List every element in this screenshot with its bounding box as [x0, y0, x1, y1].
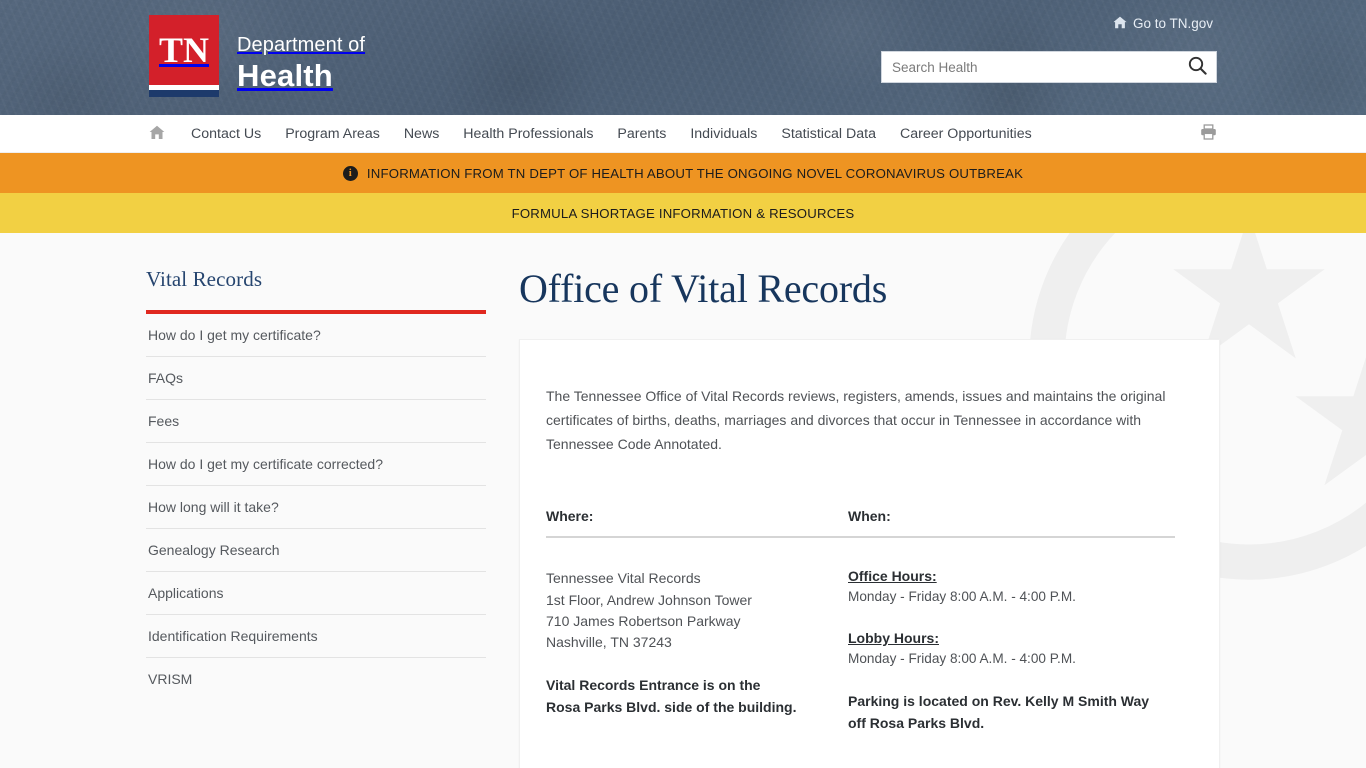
site-logo[interactable]: TN Department of Health	[149, 15, 365, 97]
alert-banner-formula-shortage-label: FORMULA SHORTAGE INFORMATION & RESOURCES	[511, 205, 855, 221]
nav-item-statistical-data[interactable]: Statistical Data	[769, 126, 888, 142]
tn-state-logo-mark: TN	[149, 15, 219, 97]
office-hours-value: Monday - Friday 8:00 A.M. - 4:00 P.M.	[848, 589, 1076, 605]
sidebar-item-how-do-i-get-my-certificate[interactable]: How do I get my certificate?	[146, 314, 486, 356]
alert-banner-formula-shortage[interactable]: FORMULA SHORTAGE INFORMATION & RESOURCES	[0, 193, 1366, 233]
where-column: Tennessee Vital Records 1st Floor, Andre…	[546, 568, 848, 734]
list-item: How long will it take?	[146, 486, 486, 529]
lobby-hours-block: Lobby Hours: Monday - Friday 8:00 A.M. -…	[848, 630, 1175, 669]
search-input[interactable]	[882, 52, 1178, 82]
tn-logo-square: TN	[149, 15, 219, 85]
search-icon	[1188, 56, 1207, 78]
entrance-note-line-2: Rosa Parks Blvd. side of the building.	[546, 698, 797, 715]
page-body: Vital Records How do I get my certificat…	[0, 233, 1366, 768]
list-item: Fees	[146, 400, 486, 443]
parking-note-line-2: off Rosa Parks Blvd.	[848, 714, 985, 731]
main-navigation: Contact Us Program Areas News Health Pro…	[0, 115, 1366, 153]
alert-banner-coronavirus-label: INFORMATION FROM TN DEPT OF HEALTH ABOUT…	[366, 165, 1024, 181]
list-item: Identification Requirements	[146, 615, 486, 658]
list-item: How do I get my certificate corrected?	[146, 443, 486, 486]
office-hours-block: Office Hours: Monday - Friday 8:00 A.M. …	[848, 568, 1175, 607]
nav-home-link[interactable]	[149, 125, 165, 144]
address-line-2: 1st Floor, Andrew Johnson Tower	[546, 591, 752, 608]
search-button[interactable]	[1178, 52, 1216, 82]
department-line-1: Department of	[237, 34, 366, 56]
list-item: How do I get my certificate?	[146, 314, 486, 357]
list-item: FAQs	[146, 357, 486, 400]
print-page-button[interactable]	[1200, 123, 1217, 145]
page-title: Office of Vital Records	[519, 266, 888, 311]
go-to-tngov-label: Go to TN.gov	[1132, 16, 1213, 31]
entrance-note: Vital Records Entrance is on the Rosa Pa…	[546, 675, 848, 718]
info-circle-icon: i	[342, 165, 358, 181]
department-line-2: Health	[237, 58, 333, 93]
when-heading: When:	[848, 508, 891, 525]
home-icon	[149, 125, 165, 144]
home-icon	[1113, 16, 1127, 31]
parking-note: Parking is located on Rev. Kelly M Smith…	[848, 691, 1175, 734]
sidebar-item-fees[interactable]: Fees	[146, 400, 486, 442]
sidebar-item-faqs[interactable]: FAQs	[146, 357, 486, 399]
go-to-tngov-link[interactable]: Go to TN.gov	[1113, 16, 1213, 31]
content-card: The Tennessee Office of Vital Records re…	[519, 339, 1220, 768]
department-wordmark: Department of Health	[237, 15, 365, 91]
intro-paragraph: The Tennessee Office of Vital Records re…	[546, 388, 1166, 453]
main-content: Office of Vital Records The Tennessee Of…	[491, 267, 1366, 768]
nav-item-program-areas[interactable]: Program Areas	[273, 126, 392, 142]
office-hours-label: Office Hours:	[848, 568, 937, 585]
where-heading: Where:	[546, 508, 594, 525]
where-when-body: Tennessee Vital Records 1st Floor, Andre…	[546, 538, 1175, 734]
site-search[interactable]	[881, 51, 1217, 83]
entrance-note-line-1: Vital Records Entrance is on the	[546, 677, 761, 694]
sidebar-item-how-long-will-it-take[interactable]: How long will it take?	[146, 486, 486, 528]
site-header: TN Department of Health Go to TN.gov	[0, 0, 1366, 115]
list-item: Applications	[146, 572, 486, 615]
parking-note-line-1: Parking is located on Rev. Kelly M Smith…	[848, 693, 1150, 710]
nav-item-news[interactable]: News	[392, 126, 451, 142]
where-when-headers: Where: When:	[546, 508, 1175, 539]
address-line-3: 710 James Robertson Parkway	[546, 612, 741, 629]
nav-item-contact-us[interactable]: Contact Us	[179, 126, 273, 142]
nav-item-career-opportunities[interactable]: Career Opportunities	[888, 126, 1044, 142]
tn-logo-text: TN	[158, 30, 209, 70]
sidebar-item-identification-requirements[interactable]: Identification Requirements	[146, 615, 486, 657]
address-line-4: Nashville, TN 37243	[546, 634, 672, 651]
list-item: Genealogy Research	[146, 529, 486, 572]
sidebar: Vital Records How do I get my certificat…	[146, 267, 491, 768]
list-item: VRISM	[146, 658, 486, 700]
when-column: Office Hours: Monday - Friday 8:00 A.M. …	[848, 568, 1175, 734]
nav-item-health-professionals[interactable]: Health Professionals	[451, 126, 605, 142]
nav-item-individuals[interactable]: Individuals	[678, 126, 769, 142]
sidebar-menu: How do I get my certificate? FAQs Fees H…	[146, 314, 486, 700]
sidebar-item-genealogy-research[interactable]: Genealogy Research	[146, 529, 486, 571]
nav-item-parents[interactable]: Parents	[605, 126, 678, 142]
sidebar-item-vrism[interactable]: VRISM	[146, 658, 486, 700]
lobby-hours-value: Monday - Friday 8:00 A.M. - 4:00 P.M.	[848, 650, 1076, 666]
sidebar-title: Vital Records	[146, 267, 486, 314]
printer-icon	[1200, 123, 1217, 145]
lobby-hours-label: Lobby Hours:	[848, 629, 939, 646]
sidebar-item-applications[interactable]: Applications	[146, 572, 486, 614]
tn-logo-navy-stripe	[149, 90, 219, 97]
alert-banner-coronavirus[interactable]: i INFORMATION FROM TN DEPT OF HEALTH ABO…	[0, 153, 1366, 193]
sidebar-item-certificate-corrected[interactable]: How do I get my certificate corrected?	[146, 443, 486, 485]
address-line-1: Tennessee Vital Records	[546, 570, 701, 587]
